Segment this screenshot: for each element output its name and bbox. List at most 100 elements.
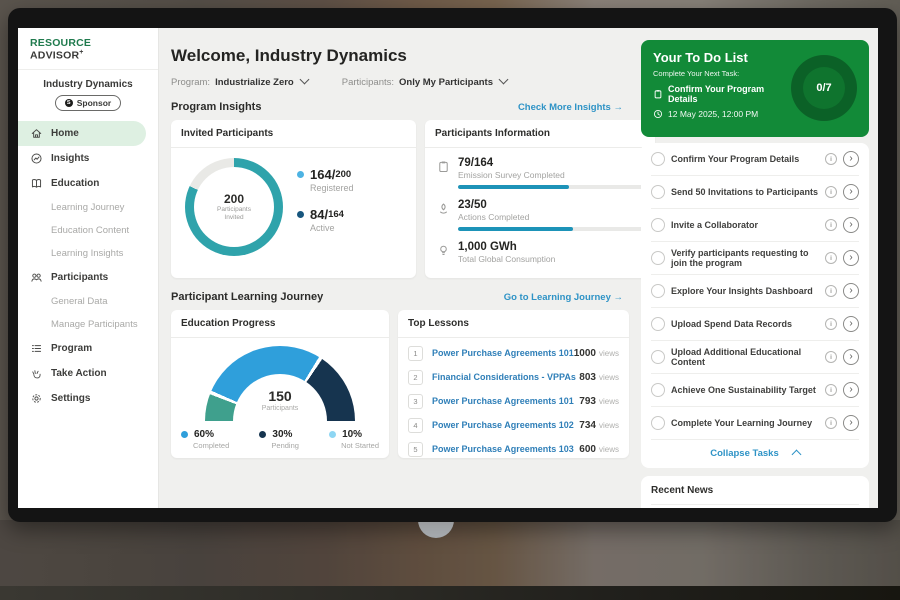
todo-progress-value: 0/7 xyxy=(816,82,831,94)
logo-advisor: ADVISOR xyxy=(30,50,79,62)
checkbox-icon[interactable] xyxy=(651,350,665,364)
rank-badge: 4 xyxy=(408,418,423,433)
lesson-row: 1 Power Purchase Agreements 101 1000view… xyxy=(408,341,619,365)
sidebar: RESOURCE ADVISOR+ Industry Dynamics S Sp… xyxy=(18,28,159,508)
top-lessons-card: Top Lessons 1 Power Purchase Agreements … xyxy=(398,310,629,458)
chevron-right-icon[interactable]: › xyxy=(843,250,859,266)
sidebar-item-general-data[interactable]: General Data xyxy=(18,290,158,313)
info-icon[interactable]: i xyxy=(825,186,837,198)
rank-badge: 5 xyxy=(408,442,423,457)
sidebar-item-education-content[interactable]: Education Content xyxy=(18,219,158,242)
info-row-emission-survey: 79/164 Emission Survey Completed xyxy=(437,157,643,189)
filter-bar: Program:Industrialize Zero Participants:… xyxy=(171,76,623,88)
chevron-up-icon xyxy=(791,450,801,460)
info-icon[interactable]: i xyxy=(825,252,837,264)
checkbox-icon[interactable] xyxy=(651,251,665,265)
chevron-right-icon[interactable]: › xyxy=(843,382,859,398)
todo-item[interactable]: Verify participants requesting to join t… xyxy=(651,242,859,275)
info-icon[interactable]: i xyxy=(825,219,837,231)
todo-item[interactable]: Achieve One Sustainability Target i › xyxy=(651,374,859,407)
sidebar-item-education[interactable]: Education xyxy=(18,171,158,196)
todo-list-card: Confirm Your Program Details i › Send 50… xyxy=(641,143,869,468)
info-icon[interactable]: i xyxy=(825,384,837,396)
todo-item[interactable]: Upload Spend Data Records i › xyxy=(651,308,859,341)
progress-track xyxy=(458,227,643,231)
gear-icon xyxy=(30,392,43,405)
check-more-insights-link[interactable]: Check More Insights → xyxy=(518,102,623,113)
lesson-link[interactable]: Financial Considerations - VPPAs xyxy=(432,372,579,382)
chevron-right-icon[interactable]: › xyxy=(843,151,859,167)
todo-hero-card: Your To Do List Complete Your Next Task:… xyxy=(641,40,869,137)
collapse-tasks-link[interactable]: Collapse Tasks xyxy=(651,440,859,468)
participants-dropdown[interactable]: Participants: Only My Participants xyxy=(342,76,507,88)
todo-item[interactable]: Complete Your Learning Journey i › xyxy=(651,407,859,440)
program-label: Program: xyxy=(171,77,210,88)
todo-item[interactable]: Upload Additional Educational Content i … xyxy=(651,341,859,374)
chevron-right-icon[interactable]: › xyxy=(843,316,859,332)
todo-panel: Your To Do List Complete Your Next Task:… xyxy=(635,28,878,508)
logo-plus: + xyxy=(79,49,83,56)
chevron-right-icon[interactable]: › xyxy=(843,217,859,233)
sidebar-item-settings[interactable]: Settings xyxy=(18,386,158,411)
todo-item[interactable]: Send 50 Invitations to Participants i › xyxy=(651,176,859,209)
todo-item[interactable]: Confirm Your Program Details i › xyxy=(651,143,859,176)
legend-dot xyxy=(297,171,304,178)
checkbox-icon[interactable] xyxy=(651,284,665,298)
info-icon[interactable]: i xyxy=(825,351,837,363)
section-program-insights: Program Insights xyxy=(171,101,261,113)
lesson-link[interactable]: Power Purchase Agreements 101 xyxy=(432,348,574,358)
participants-label: Participants: xyxy=(342,77,394,88)
todo-item[interactable]: Explore Your Insights Dashboard i › xyxy=(651,275,859,308)
list-icon xyxy=(30,342,43,355)
recent-news-title: Recent News xyxy=(651,485,859,505)
checkbox-icon[interactable] xyxy=(651,152,665,166)
legend-not-started: 10% Not Started xyxy=(329,429,379,450)
checkbox-icon[interactable] xyxy=(651,383,665,397)
sponsor-icon: S xyxy=(65,99,73,107)
chevron-right-icon[interactable]: › xyxy=(843,415,859,431)
legend-completed: 60% Completed xyxy=(181,429,229,450)
checkbox-icon[interactable] xyxy=(651,317,665,331)
sidebar-item-participants[interactable]: Participants xyxy=(18,265,158,290)
checkbox-icon[interactable] xyxy=(651,416,665,430)
info-icon[interactable]: i xyxy=(825,153,837,165)
gauge-legend: 60% Completed 30% Pending 10% Not Starte… xyxy=(171,424,389,450)
sidebar-item-learning-journey[interactable]: Learning Journey xyxy=(18,196,158,219)
go-to-learning-journey-link[interactable]: Go to Learning Journey → xyxy=(504,292,623,303)
recent-news-card: Recent News xyxy=(641,476,869,508)
sidebar-item-program[interactable]: Program xyxy=(18,336,158,361)
progress-fill xyxy=(458,185,569,189)
info-icon[interactable]: i xyxy=(825,285,837,297)
legend-dot xyxy=(297,211,304,218)
sidebar-item-take-action[interactable]: Take Action xyxy=(18,361,158,386)
clock-icon xyxy=(653,109,663,119)
org-name: Industry Dynamics xyxy=(18,79,158,90)
lesson-link[interactable]: Power Purchase Agreements 103 xyxy=(432,444,579,454)
lesson-row: 4 Power Purchase Agreements 102 734views xyxy=(408,413,619,437)
sidebar-item-learning-insights[interactable]: Learning Insights xyxy=(18,242,158,265)
chevron-right-icon[interactable]: › xyxy=(843,184,859,200)
sidebar-item-manage-participants[interactable]: Manage Participants xyxy=(18,313,158,336)
lesson-link[interactable]: Power Purchase Agreements 102 xyxy=(432,420,579,430)
checkbox-icon[interactable] xyxy=(651,218,665,232)
chevron-right-icon[interactable]: › xyxy=(843,283,859,299)
card-title: Invited Participants xyxy=(171,120,416,148)
lesson-link[interactable]: Power Purchase Agreements 101 xyxy=(432,396,579,406)
participants-information-card: Participants Information 79/164 Emission… xyxy=(425,120,655,278)
info-icon[interactable]: i xyxy=(825,318,837,330)
lesson-row: 5 Power Purchase Agreements 103 600views xyxy=(408,437,619,461)
sidebar-item-home[interactable]: Home xyxy=(18,121,146,146)
chevron-right-icon[interactable]: › xyxy=(843,349,859,365)
education-progress-card: Education Progress 150 Participants 60% … xyxy=(171,310,389,458)
donut-legend: 164/ 200 Registered 84/ 164 Active xyxy=(297,167,354,247)
checkbox-icon[interactable] xyxy=(651,185,665,199)
legend-dot xyxy=(259,431,266,438)
program-dropdown[interactable]: Program:Industrialize Zero xyxy=(171,76,308,88)
participants-value: Only My Participants xyxy=(399,77,493,88)
donut-center-label: Participants Invited xyxy=(213,206,255,222)
todo-item[interactable]: Invite a Collaborator i › xyxy=(651,209,859,242)
sidebar-item-insights[interactable]: Insights xyxy=(18,146,158,171)
sidebar-menu: Home Insights Education Learning Journey… xyxy=(18,121,158,411)
info-icon[interactable]: i xyxy=(825,417,837,429)
arrow-right-icon: → xyxy=(614,292,624,303)
